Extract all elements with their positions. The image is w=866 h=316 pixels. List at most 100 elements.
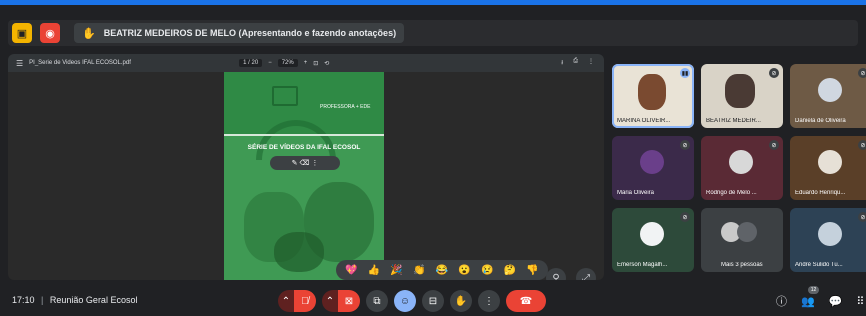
participant-name: Rodrigo de Melo ... <box>706 190 757 196</box>
participant-tile[interactable]: ⊘ Maria Oliveira <box>612 136 694 200</box>
video-feed <box>638 74 666 110</box>
zoom-out-icon[interactable]: − <box>268 60 272 66</box>
reaction-heart[interactable]: 💖 <box>345 265 357 276</box>
reaction-clap[interactable]: 👏 <box>413 265 425 276</box>
fit-page-icon[interactable]: ⊡ <box>313 60 318 67</box>
pdf-page-controls: 1 / 20 − 72% + ⊡ ⟲ <box>239 59 329 67</box>
mic-off-icon: ⊘ <box>858 140 866 150</box>
reaction-sad[interactable]: 😢 <box>481 265 493 276</box>
participant-tile[interactable]: ⊘ Daniela de Oliveira <box>790 64 866 128</box>
reactions-bar: 💖 👍 🎉 👏 😂 😮 😢 🤔 👎 <box>336 260 548 280</box>
info-icon[interactable]: ⓘ <box>776 293 787 309</box>
pdf-right-controls: ⭳ ⎙ ⋮ <box>561 58 594 68</box>
reaction-thumbs-down[interactable]: 👎 <box>526 265 538 276</box>
zoom-icon[interactable]: ⚲ <box>546 268 566 280</box>
mic-off-icon: ⊘ <box>680 140 690 150</box>
reaction-surprised[interactable]: 😮 <box>458 265 470 276</box>
avatar <box>818 222 842 246</box>
camera-off-button[interactable]: ⊠ <box>338 290 360 312</box>
expand-icon[interactable]: ⤢ <box>576 268 596 280</box>
mic-off-icon: ⊘ <box>680 212 690 222</box>
participant-tile[interactable]: ⊘ Eduardo Henriqu... <box>790 136 866 200</box>
participant-tile[interactable]: Mais 3 pessoas <box>701 208 783 272</box>
participant-tile[interactable]: ⊘ André Sulido Tu... <box>790 208 866 272</box>
reaction-party[interactable]: 🎉 <box>390 265 402 276</box>
illustration-shape <box>274 232 324 272</box>
mic-off-icon: ⊘ <box>858 68 866 78</box>
participant-name: Emerson Magalh... <box>617 262 668 268</box>
more-icon[interactable]: ⋮ <box>588 58 594 68</box>
call-controls: ⌃ 🎙̸ ⌃ ⊠ ⧉ ☺ ⊟ ✋ ⋮ ☎ <box>278 290 546 312</box>
raise-hand-button[interactable]: ✋ <box>450 290 472 312</box>
participant-name: Daniela de Oliveira <box>795 118 846 124</box>
info-separator: | <box>41 295 44 305</box>
people-icon[interactable]: 👥 <box>801 295 815 308</box>
mic-options-chevron[interactable]: ⌃ <box>278 290 294 312</box>
participant-tile[interactable]: ▮▮ MARINA OLIVEIR... <box>612 64 694 128</box>
participant-name: MARINA OLIVEIR... <box>617 118 671 124</box>
mic-off-icon: ⊘ <box>769 140 779 150</box>
participant-name: Maria Oliveira <box>617 190 655 196</box>
clock-time: 17:10 <box>12 295 35 305</box>
menu-icon[interactable]: ☰ <box>16 59 23 68</box>
page-indicator[interactable]: 1 / 20 <box>239 59 263 67</box>
chat-icon[interactable]: 💬 <box>829 295 843 308</box>
captions-button[interactable]: ⊟ <box>422 290 444 312</box>
apps-icon[interactable]: ⠿ <box>856 295 864 308</box>
participant-tile[interactable]: ⊘ BEATRIZ MEDEIR... <box>701 64 783 128</box>
page-divider <box>224 134 384 136</box>
download-icon[interactable]: ⭳ <box>561 58 563 68</box>
meeting-name: Reunião Geral Ecosol <box>49 295 138 305</box>
mic-off-icon: ⊘ <box>858 212 866 222</box>
hand-icon: ✋ <box>82 27 96 40</box>
participant-name: BEATRIZ MEDEIR... <box>706 118 761 124</box>
pdf-page: PROFESSORA + EDE SÉRIE DE VÍDEOS DA IFAL… <box>224 72 384 280</box>
sticky-note-icon[interactable]: ▣ <box>12 23 32 43</box>
avatar <box>818 150 842 174</box>
people-count-badge: 12 <box>808 286 819 294</box>
participant-name: Eduardo Henriqu... <box>795 190 846 196</box>
participant-tile[interactable]: ⊘ Rodrigo de Melo ... <box>701 136 783 200</box>
reaction-thinking[interactable]: 🤔 <box>504 265 516 276</box>
presenter-label: ✋ BEATRIZ MEDEIROS DE MELO (Apresentando… <box>74 23 405 43</box>
avatar <box>737 222 757 242</box>
mic-off-icon: ⊘ <box>769 68 779 78</box>
avatar <box>729 150 753 174</box>
zoom-level[interactable]: 72% <box>277 59 298 67</box>
page-header-label: PROFESSORA + EDE <box>320 104 371 110</box>
more-options-button[interactable]: ⋮ <box>478 290 500 312</box>
pdf-toolbar: ☰ PI_Serie de Videos IFAL ECOSOL.pdf 1 /… <box>8 54 604 72</box>
reactions-button[interactable]: ☺ <box>394 290 416 312</box>
top-accent-strip <box>0 0 866 5</box>
page-series-title: SÉRIE DE VÍDEOS DA IFAL ECOSOL <box>247 144 361 151</box>
meeting-info: 17:10 | Reunião Geral Ecosol <box>12 295 137 305</box>
avatar <box>818 78 842 102</box>
present-button[interactable]: ⧉ <box>366 290 388 312</box>
leave-call-button[interactable]: ☎ <box>506 290 546 312</box>
participant-name: André Sulido Tu... <box>795 262 843 268</box>
annotation-toolbar-pill[interactable]: ✎ ⌫ ⋮ <box>270 156 340 170</box>
reaction-laugh[interactable]: 😂 <box>436 265 448 276</box>
speaking-icon: ▮▮ <box>680 68 690 78</box>
participant-tile[interactable]: ⊘ Emerson Magalh... <box>612 208 694 272</box>
rotate-icon[interactable]: ⟲ <box>324 60 329 67</box>
presentation-banner: ▣ ◉ ✋ BEATRIZ MEDEIROS DE MELO (Apresent… <box>8 20 858 46</box>
stop-presenting-icon[interactable]: ◉ <box>40 23 60 43</box>
print-icon[interactable]: ⎙ <box>573 58 578 68</box>
side-controls: ⓘ 👥 💬 ⠿ <box>776 293 864 309</box>
monitor-icon <box>272 86 298 106</box>
pdf-document-view[interactable]: PROFESSORA + EDE SÉRIE DE VÍDEOS DA IFAL… <box>8 72 604 280</box>
presenter-text: BEATRIZ MEDEIROS DE MELO (Apresentando e… <box>103 28 397 38</box>
reaction-thumbs-up[interactable]: 👍 <box>368 265 380 276</box>
camera-options-chevron[interactable]: ⌃ <box>322 290 338 312</box>
avatar <box>640 222 664 246</box>
shared-screen: ☰ PI_Serie de Videos IFAL ECOSOL.pdf 1 /… <box>8 54 604 280</box>
pdf-filename: PI_Serie de Videos IFAL ECOSOL.pdf <box>29 60 131 66</box>
zoom-in-icon[interactable]: + <box>304 60 308 66</box>
bottom-control-bar: 17:10 | Reunião Geral Ecosol ⌃ 🎙̸ ⌃ ⊠ ⧉ … <box>0 284 866 316</box>
microphone-off-button[interactable]: 🎙̸ <box>294 290 316 312</box>
video-feed <box>725 74 755 108</box>
participant-name: Mais 3 pessoas <box>721 262 763 268</box>
participant-grid: ▮▮ MARINA OLIVEIR... ⊘ BEATRIZ MEDEIR...… <box>612 64 866 276</box>
avatar <box>640 150 664 174</box>
